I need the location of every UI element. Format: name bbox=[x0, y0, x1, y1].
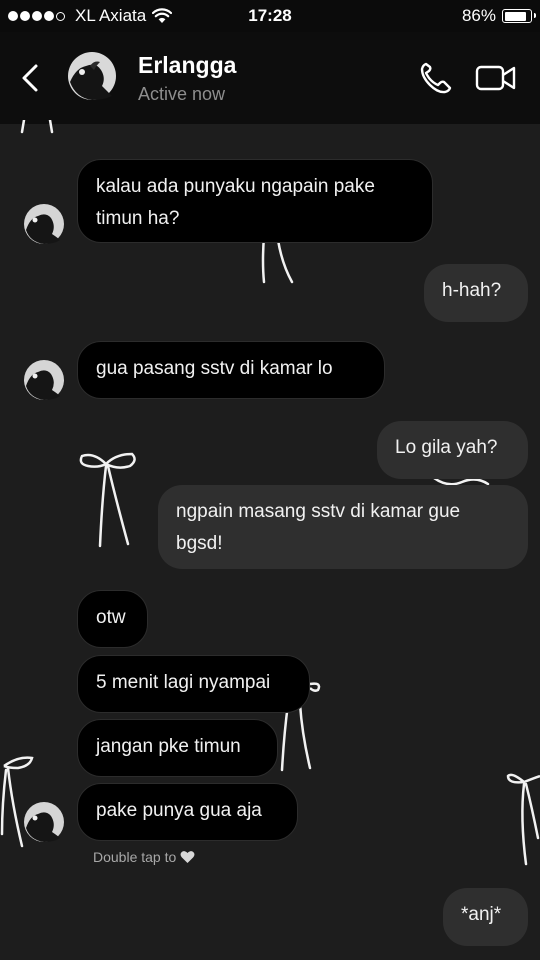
contact-avatar[interactable] bbox=[68, 52, 116, 100]
message-bubble-incoming[interactable]: otw bbox=[77, 590, 148, 648]
sender-avatar[interactable] bbox=[24, 802, 64, 842]
chevron-left-icon bbox=[22, 64, 38, 92]
message-bubble-outgoing[interactable]: *anj* bbox=[443, 888, 528, 946]
bow-decoration-icon bbox=[261, 236, 294, 284]
battery-nub bbox=[533, 13, 536, 18]
bow-decoration-icon bbox=[506, 773, 540, 866]
video-call-button[interactable] bbox=[474, 62, 518, 94]
double-tap-hint-text: Double tap to bbox=[93, 849, 177, 865]
message-thread[interactable]: kalau ada punyaku ngapain pake timun ha?… bbox=[0, 120, 540, 960]
signal-strength-icon bbox=[8, 11, 67, 21]
sender-avatar[interactable] bbox=[24, 204, 64, 244]
message-bubble-outgoing[interactable]: ngpain masang sstv di kamar gue bgsd! bbox=[158, 485, 528, 569]
back-button[interactable] bbox=[16, 60, 46, 96]
carrier-name: XL Axiata bbox=[75, 6, 147, 25]
battery-fill bbox=[504, 11, 526, 21]
signal-dot bbox=[20, 11, 30, 21]
signal-dot-empty bbox=[56, 11, 65, 21]
chat-screen: XL Axiata 17:28 86% Erlangga Active now … bbox=[0, 0, 540, 960]
sender-avatar[interactable] bbox=[24, 360, 64, 400]
phone-icon bbox=[420, 62, 452, 94]
message-bubble-incoming[interactable]: 5 menit lagi nyampai bbox=[77, 655, 310, 713]
message-bubble-incoming[interactable]: jangan pke timun bbox=[77, 719, 278, 777]
message-bubble-outgoing[interactable]: h-hah? bbox=[424, 264, 528, 322]
message-bubble-incoming[interactable]: pake punya gua aja bbox=[77, 783, 298, 841]
battery-icon bbox=[502, 9, 536, 23]
double-tap-hint: Double tap to bbox=[93, 849, 195, 865]
contact-name[interactable]: Erlangga bbox=[138, 52, 236, 79]
status-bar: XL Axiata 17:28 86% bbox=[0, 0, 540, 32]
video-camera-icon bbox=[475, 65, 516, 91]
status-left: XL Axiata bbox=[8, 6, 173, 26]
signal-dot bbox=[8, 11, 18, 21]
wifi-icon bbox=[152, 8, 173, 23]
message-bubble-incoming[interactable]: kalau ada punyaku ngapain pake timun ha? bbox=[77, 159, 433, 243]
phone-call-button[interactable] bbox=[418, 60, 452, 96]
message-bubble-outgoing[interactable]: Lo gila yah? bbox=[377, 421, 528, 479]
contact-status: Active now bbox=[138, 84, 226, 104]
status-right: 86% bbox=[461, 6, 536, 26]
signal-dot bbox=[32, 11, 42, 21]
battery-percent: 86% bbox=[461, 6, 496, 25]
signal-dot bbox=[44, 11, 54, 21]
heart-icon bbox=[180, 851, 195, 863]
message-bubble-incoming[interactable]: gua pasang sstv di kamar lo bbox=[77, 341, 385, 399]
bow-decoration-icon bbox=[79, 452, 136, 548]
bow-decoration-icon bbox=[20, 120, 54, 134]
chat-header: Erlangga Active now bbox=[0, 32, 540, 124]
